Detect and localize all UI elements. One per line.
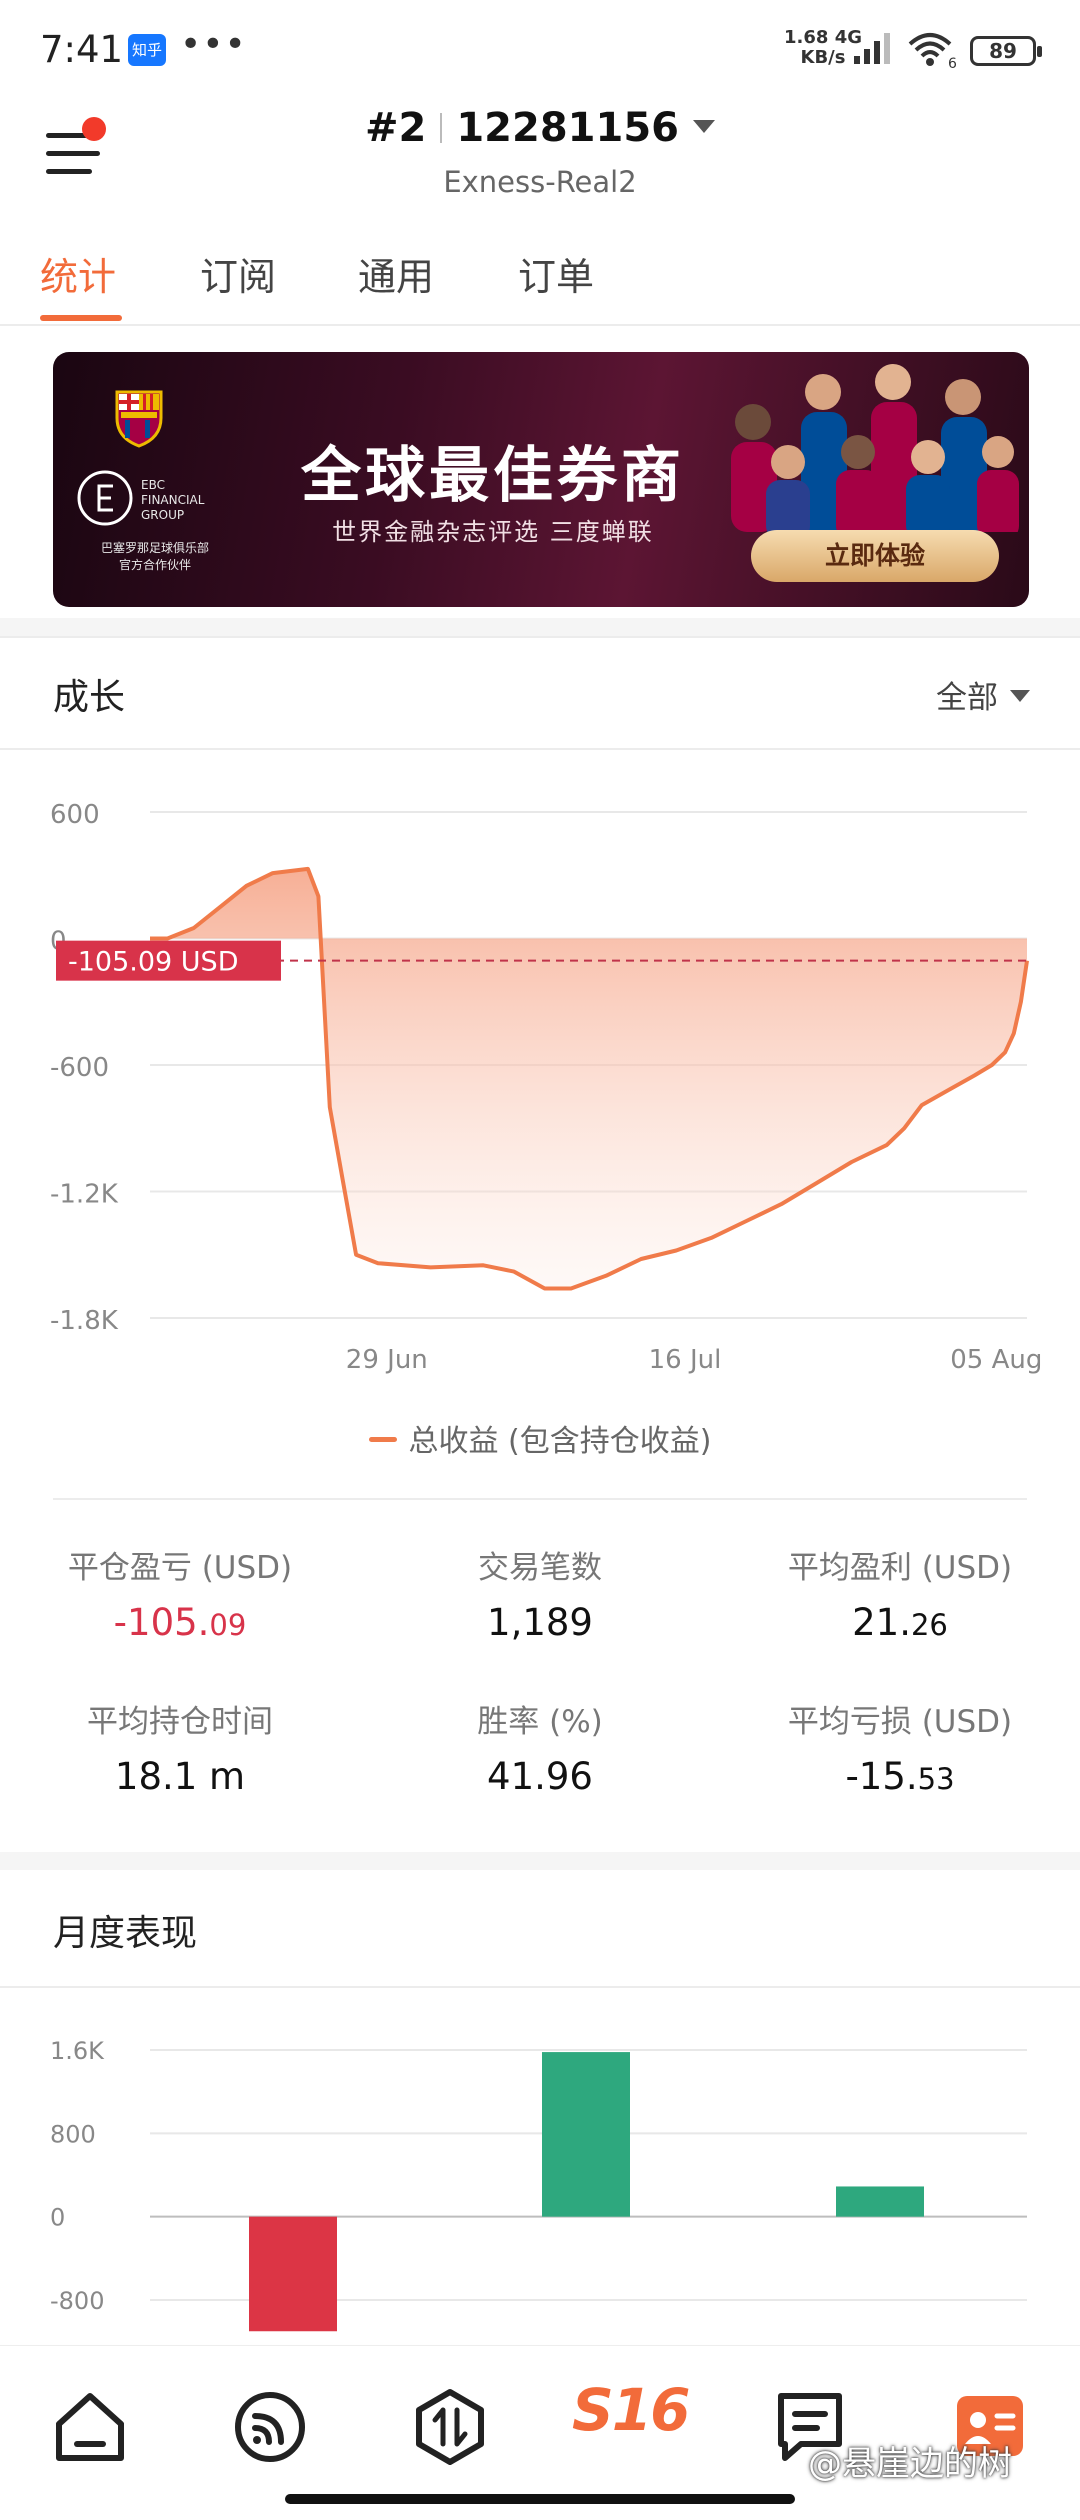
legend-swatch: [368, 1437, 397, 1442]
players-image: [731, 364, 1019, 532]
y-tick-label: 800: [50, 2120, 96, 2148]
tab-subscriptions[interactable]: 订阅: [200, 246, 276, 301]
status-time: 7:41: [40, 28, 124, 71]
y-tick-label: 1.6K: [50, 2037, 105, 2065]
active-tab-indicator: [40, 315, 122, 321]
stat-label: 平仓盈亏 (USD): [67, 1550, 293, 1586]
x-tick-label: 16 Jul: [649, 1345, 722, 1375]
chart-legend: 总收益 (包含持仓收益): [0, 1416, 1080, 1460]
tab-bar: 统计 订阅 通用 订单: [0, 240, 1080, 326]
cellular-signal-icon: [854, 33, 890, 64]
chevron-down-icon: [1010, 690, 1030, 702]
more-notifications-icon: •••: [180, 24, 247, 65]
y-tick-label: -1.2K: [50, 1180, 119, 1210]
partner-text: 巴塞罗那足球俱乐部 官方合作伙伴: [75, 540, 235, 574]
monthly-bar: [249, 2216, 337, 2332]
x-tick-label: 05 Aug: [950, 1345, 1042, 1375]
growth-title: 成长: [53, 677, 126, 718]
home-indicator[interactable]: [285, 2494, 795, 2504]
home-icon[interactable]: [45, 2382, 135, 2472]
battery-icon: 89: [970, 36, 1042, 66]
banner-headline: 全球最佳券商: [301, 441, 685, 511]
monthly-title: 月度表现: [53, 1913, 198, 1954]
stat-label: 交易笔数: [478, 1550, 602, 1586]
status-bar: 7:41 知乎 ••• 1.68 4G KB/s 6 89: [0, 0, 1080, 100]
banner-subline: 世界金融杂志评选 三度蝉联: [332, 518, 654, 546]
divider-line: [0, 636, 1080, 638]
stat-value-decimals: 53: [917, 1762, 955, 1796]
divider-line: [0, 1986, 1080, 1988]
network-speed: 1.68 4G KB/s: [784, 28, 862, 68]
y-tick-label: -1.8K: [50, 1306, 119, 1336]
y-tick-label: 600: [50, 800, 100, 830]
watermark-text: @悬崖边的树: [808, 2444, 1012, 2484]
stat-value: -15.53: [845, 1755, 955, 1798]
network-speed-unit: KB/s: [800, 47, 846, 68]
tab-orders[interactable]: 订单: [518, 246, 594, 301]
section-divider: [0, 618, 1080, 636]
title-separator: [440, 113, 443, 143]
stat-value: 21.26: [852, 1601, 948, 1644]
stat-item: 平均亏损 (USD) -15.53: [730, 1696, 1070, 1798]
monthly-bar: [542, 2052, 630, 2217]
stat-item: 胜率 (%) 41.96: [370, 1696, 710, 1798]
stat-value: -105.09: [113, 1601, 247, 1644]
promo-banner[interactable]: EBC FINANCIAL GROUP 巴塞罗那足球俱乐部 官方合作伙伴 全球最…: [53, 352, 1029, 607]
range-filter-dropdown[interactable]: 全部: [936, 672, 1030, 717]
ebc-brand-line: EBC: [141, 478, 165, 492]
x-tick-label: 29 Jun: [346, 1345, 428, 1375]
network-speed-value: 1.68: [784, 27, 829, 48]
s16-event-button[interactable]: S16: [572, 2376, 692, 2466]
monthly-bar: [836, 2186, 924, 2217]
ebc-brand-line: FINANCIAL: [141, 493, 205, 507]
stat-label: 胜率 (%): [477, 1704, 603, 1740]
range-filter-label: 全部: [936, 680, 998, 716]
stat-item: 交易笔数 1,189: [370, 1542, 710, 1644]
feed-icon[interactable]: [225, 2382, 315, 2472]
section-divider: [0, 1852, 1080, 1870]
account-index: #2: [364, 105, 427, 151]
stat-value: 41.96: [487, 1755, 593, 1798]
account-number: 12281156: [456, 105, 679, 151]
stat-item: 平均持仓时间 18.1 m: [10, 1696, 350, 1798]
dropdown-caret-icon: [693, 120, 715, 133]
y-tick-label: 0: [50, 2204, 65, 2232]
stat-value-decimals: 26: [910, 1608, 948, 1642]
stat-value: 18.1 m: [114, 1755, 246, 1798]
account-selector[interactable]: #2 12281156: [0, 105, 1080, 151]
ebc-brand-line: GROUP: [141, 508, 185, 522]
stat-value: 1,189: [487, 1601, 593, 1644]
banner-cta-button[interactable]: 立即体验: [751, 530, 999, 582]
ebc-brand-text: EBC FINANCIAL GROUP: [141, 478, 204, 523]
zhihu-app-icon: 知乎: [128, 34, 166, 66]
monthly-chart[interactable]: 1.6K 800 0 -800: [0, 2000, 1080, 2345]
account-server: Exness-Real2: [443, 165, 637, 199]
partner-line: 巴塞罗那足球俱乐部: [100, 541, 209, 555]
stat-item: 平仓盈亏 (USD) -105.09: [10, 1542, 350, 1644]
current-value-label: -105.09 USD: [68, 947, 239, 978]
stat-label: 平均盈利 (USD): [787, 1550, 1013, 1586]
stat-label: 平均亏损 (USD): [787, 1704, 1013, 1740]
divider-line: [53, 1498, 1027, 1500]
stat-label: 平均持仓时间: [87, 1704, 273, 1740]
trade-icon[interactable]: [405, 2382, 495, 2472]
stat-item: 平均盈利 (USD) 21.26: [730, 1542, 1070, 1644]
tab-general[interactable]: 通用: [358, 246, 434, 301]
stat-value-decimals: 09: [209, 1608, 247, 1642]
wifi-icon: 6: [908, 33, 957, 70]
growth-chart[interactable]: 6000-600-1.2K-1.8K -105.09 USD 29 Jun16 …: [0, 760, 1080, 1400]
partner-line: 官方合作伙伴: [118, 558, 191, 572]
y-tick-label: -600: [50, 1053, 109, 1083]
tab-statistics[interactable]: 统计: [40, 246, 116, 301]
divider-line: [0, 748, 1080, 750]
growth-area-fill: [150, 868, 1027, 1289]
legend-label: 总收益 (包含持仓收益): [408, 1424, 712, 1459]
y-tick-label: -800: [50, 2287, 104, 2315]
wifi-label: 6: [948, 56, 957, 70]
barcelona-crest-icon: [115, 390, 163, 448]
ebc-logo-icon: [77, 470, 133, 526]
